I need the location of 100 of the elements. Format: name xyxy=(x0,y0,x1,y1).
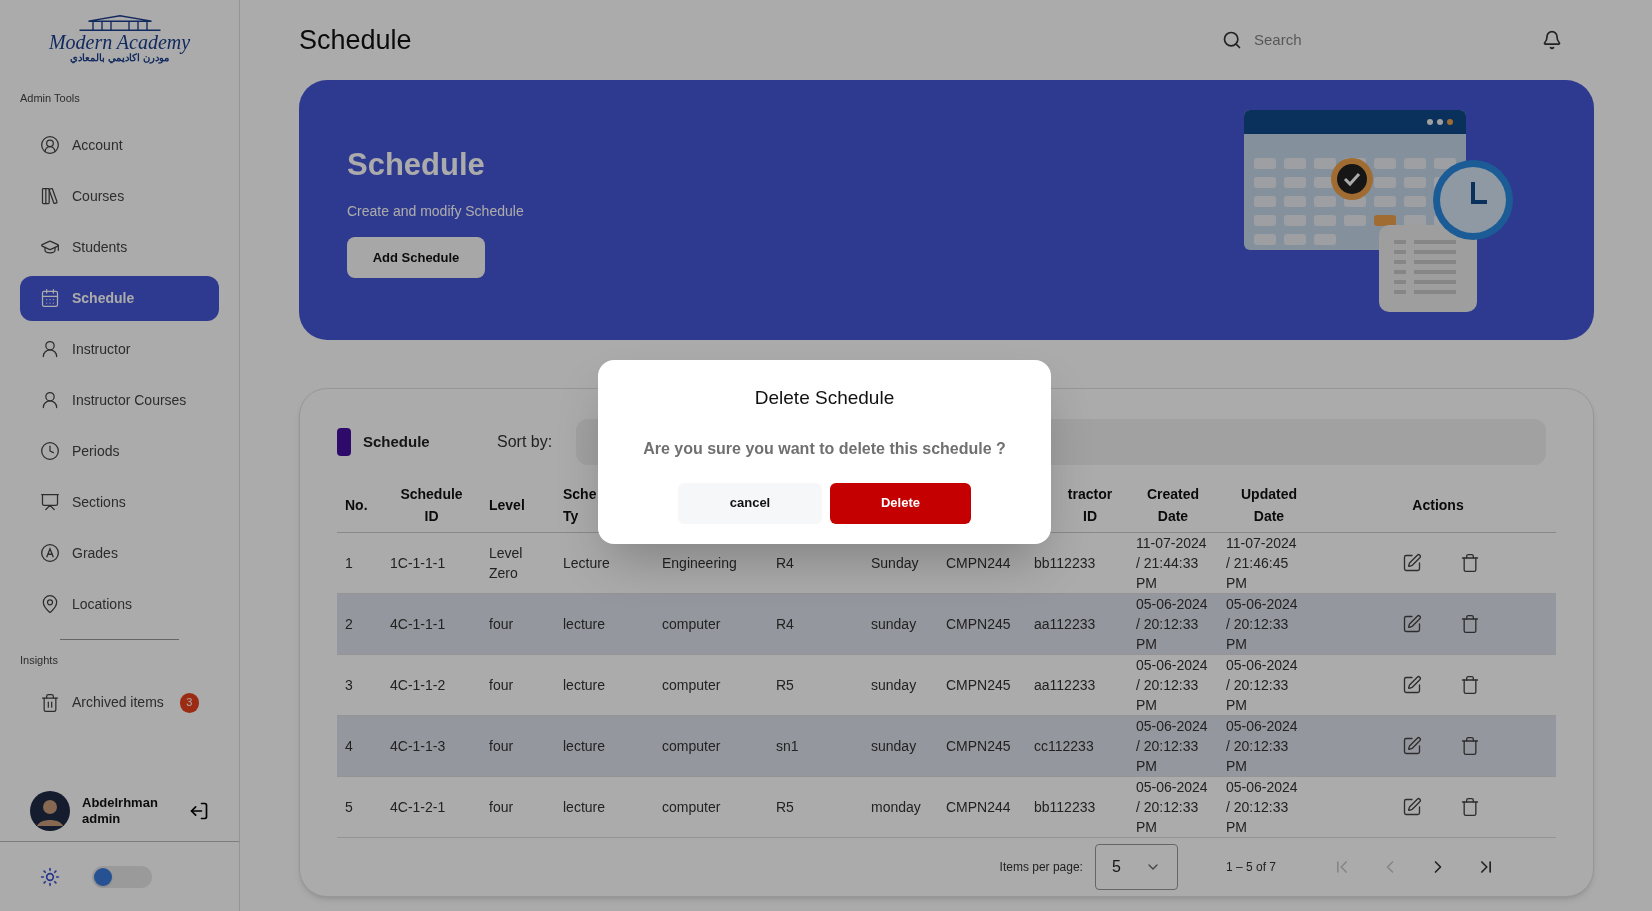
sort-label: Sort by: xyxy=(497,432,553,453)
logo-arabic: مودرن اكاديمي بالمعادي xyxy=(70,51,169,65)
edit-icon[interactable] xyxy=(1402,675,1422,696)
courses-icon xyxy=(40,186,60,206)
table-cell-text: 05-06-2024 / 20:12:33 PM xyxy=(1226,778,1299,838)
delete-icon[interactable] xyxy=(1460,553,1480,574)
sidebar-item[interactable]: Instructor Courses xyxy=(20,377,219,423)
sidebar-item[interactable]: Courses xyxy=(20,173,219,219)
table-cell-text: computer xyxy=(662,798,721,818)
search-icon xyxy=(1222,30,1242,50)
table-cell-text: four xyxy=(489,737,514,757)
count-badge: 3 xyxy=(179,692,199,713)
theme-toggle[interactable] xyxy=(92,865,152,888)
delete-icon[interactable] xyxy=(1460,675,1480,696)
table-cell-text: 4C-1-1-1 xyxy=(390,615,446,635)
table-cell-text: 5 xyxy=(345,798,353,818)
toggle-knob xyxy=(94,867,112,886)
sidebar-label: Locations xyxy=(72,594,132,614)
sidebar-item[interactable]: Periods xyxy=(20,428,219,474)
table-cell-text: aa112233 xyxy=(1034,615,1096,635)
sidebar-label: Sections xyxy=(72,492,126,512)
periods-icon xyxy=(40,441,60,461)
edit-icon[interactable] xyxy=(1402,736,1422,757)
logout-icon[interactable] xyxy=(189,801,209,821)
table-cell-text: 11-07-2024 / 21:44:33 PM xyxy=(1136,534,1208,594)
table-cell-text: monday xyxy=(871,798,921,818)
edit-icon[interactable] xyxy=(1402,614,1422,635)
table-cell-text: aa112233 xyxy=(1034,676,1096,696)
table-cell-text: Sunday xyxy=(871,554,919,574)
cancel-button[interactable]: cancel xyxy=(678,482,822,524)
table-cell-text: lecture xyxy=(563,737,606,757)
table-cell-text: CMPN244 xyxy=(946,798,1011,818)
column-header: Updated Date xyxy=(1240,484,1298,526)
table-cell-text: R4 xyxy=(776,615,794,635)
add-schedule-button[interactable]: Add Schedule xyxy=(347,236,485,278)
table-cell-text: sunday xyxy=(871,615,917,635)
column-header: Actions xyxy=(1412,495,1464,515)
delete-icon[interactable] xyxy=(1460,614,1480,635)
grades-icon xyxy=(40,543,60,563)
sidebar-item[interactable]: Schedule xyxy=(20,275,219,321)
sidebar-item[interactable]: Account xyxy=(20,122,219,168)
schedule-icon xyxy=(40,288,60,308)
table-cell-text: CMPN245 xyxy=(946,615,1011,635)
banner-title: Schedule xyxy=(347,146,486,185)
card-title: Schedule xyxy=(363,431,431,452)
edit-icon[interactable] xyxy=(1402,797,1422,818)
sidebar-label: Courses xyxy=(72,186,125,206)
sidebar-label: Students xyxy=(72,237,128,257)
sidebar-item[interactable]: Instructor xyxy=(20,326,219,372)
edit-icon[interactable] xyxy=(1402,553,1422,574)
title-marker xyxy=(337,428,351,457)
table-cell-text: 05-06-2024 / 20:12:33 PM xyxy=(1226,717,1299,777)
user-role: admin xyxy=(82,811,122,828)
dialog-title: Delete Schedule xyxy=(754,386,895,410)
sidebar-label: Periods xyxy=(72,441,120,461)
table-cell-text: 4C-1-1-3 xyxy=(390,737,446,757)
instructor-icon xyxy=(40,339,60,359)
table-cell-text: CMPN245 xyxy=(946,737,1011,757)
table-cell-text: four xyxy=(489,798,514,818)
table-cell-text: R5 xyxy=(776,798,794,818)
page-size-select[interactable]: 5 xyxy=(1094,844,1178,891)
table-cell-text: 4 xyxy=(345,737,353,757)
table-cell-text: sn1 xyxy=(776,737,799,757)
delete-button[interactable]: Delete xyxy=(830,482,971,524)
table-cell-text: 05-06-2024 / 20:12:33 PM xyxy=(1226,595,1299,655)
table-cell-text: R5 xyxy=(776,676,794,696)
sidebar-label: Archived items xyxy=(72,693,164,712)
items-per-page-label: Items per page: xyxy=(999,859,1083,877)
table-cell-text: 3 xyxy=(345,676,353,696)
page-range: 1 – 5 of 7 xyxy=(1225,859,1276,877)
column-header: Sche Ty xyxy=(563,484,598,526)
table-cell-text: lecture xyxy=(563,676,606,696)
section-heading: Insights xyxy=(19,652,59,668)
table-cell-text: bb112233 xyxy=(1034,554,1096,574)
delete-icon[interactable] xyxy=(1460,797,1480,818)
delete-icon[interactable] xyxy=(1460,736,1480,757)
sidebar-label: Instructor xyxy=(72,339,131,359)
table-cell-text: Lecture xyxy=(563,554,610,574)
table-cell-text: lecture xyxy=(563,798,606,818)
sidebar-item[interactable]: Students xyxy=(20,224,219,270)
table-cell-text: R4 xyxy=(776,554,794,574)
sidebar-item[interactable]: Locations xyxy=(20,581,219,627)
table-cell-text: 2 xyxy=(345,615,353,635)
locations-icon xyxy=(40,594,60,614)
banner-subtitle: Create and modify Schedule xyxy=(347,201,524,221)
sidebar-item[interactable]: Archived items 3 xyxy=(20,680,219,725)
sidebar-label: Grades xyxy=(72,543,118,563)
search-input[interactable]: Search xyxy=(1254,28,1404,52)
notification-icon[interactable] xyxy=(1542,30,1562,50)
sidebar-label: Instructor Courses xyxy=(72,390,187,410)
user-name: Abdelrhman xyxy=(82,794,158,811)
account-icon xyxy=(40,135,60,155)
table-cell-text: Engineering xyxy=(662,554,737,574)
sidebar-item[interactable]: Grades xyxy=(20,530,219,576)
table-cell-text: bb112233 xyxy=(1034,798,1096,818)
page-title: Schedule xyxy=(299,23,412,57)
sections-icon xyxy=(40,492,60,512)
sidebar-item[interactable]: Sections xyxy=(20,479,219,525)
table-cell-text: computer xyxy=(662,676,721,696)
table-cell-text: 05-06-2024 / 20:12:33 PM xyxy=(1136,656,1209,716)
